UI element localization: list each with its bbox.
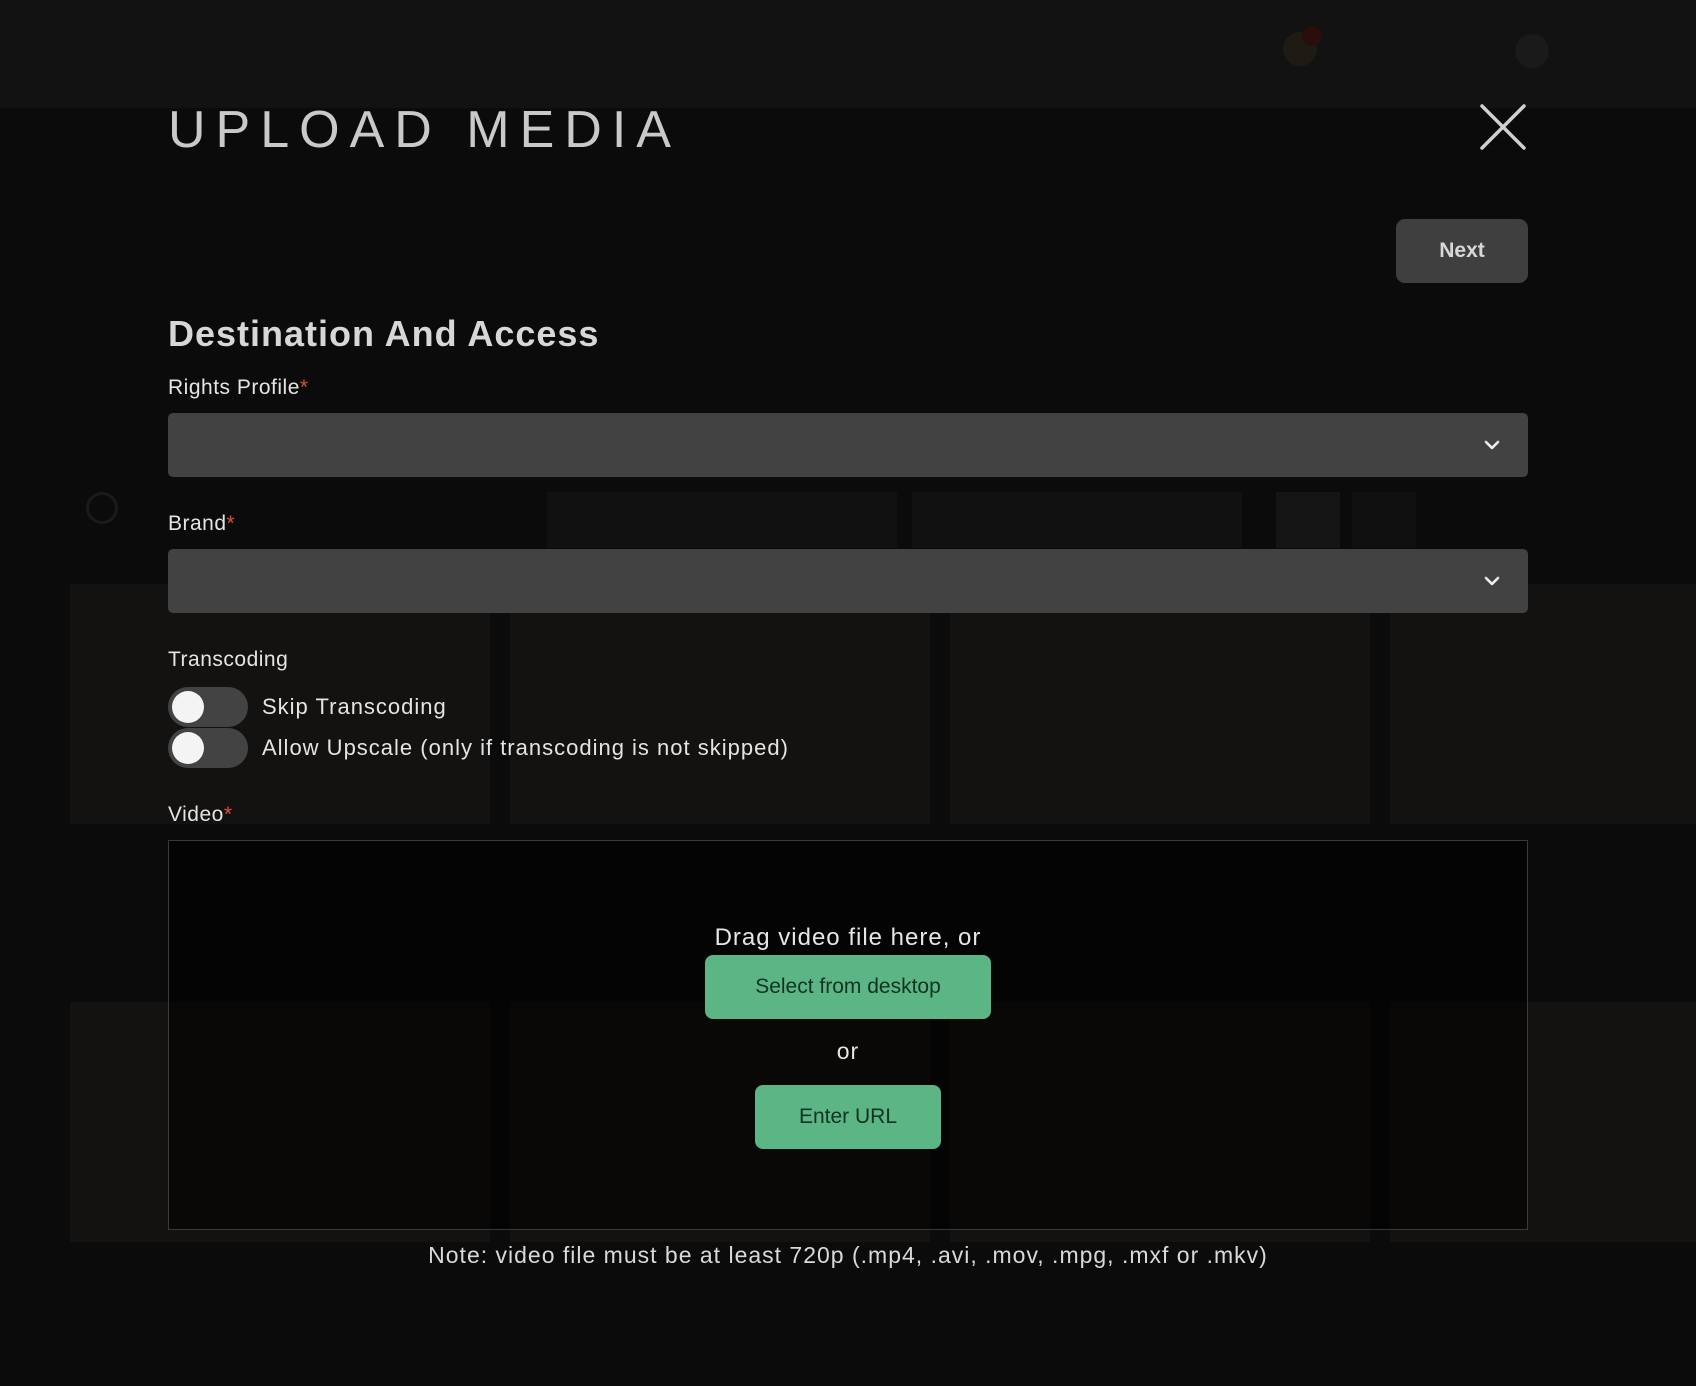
brand-select[interactable]	[168, 549, 1528, 613]
close-button[interactable]	[1476, 100, 1530, 154]
or-separator: or	[836, 1038, 860, 1064]
skip-transcoding-label: Skip Transcoding	[262, 694, 447, 719]
required-mark: *	[226, 512, 236, 535]
rights-profile-select[interactable]	[168, 413, 1528, 477]
rights-profile-label: Rights Profile*	[168, 374, 309, 402]
required-mark: *	[223, 803, 233, 826]
next-button[interactable]: Next	[1396, 219, 1528, 283]
video-dropzone[interactable]	[168, 840, 1528, 1230]
skip-transcoding-toggle[interactable]	[168, 687, 248, 727]
toggle-knob	[172, 691, 204, 723]
close-icon	[1480, 104, 1526, 150]
video-requirements-note: Note: video file must be at least 720p (…	[428, 1242, 1268, 1268]
video-label: Video*	[168, 801, 233, 829]
enter-url-button[interactable]: Enter URL	[755, 1085, 941, 1149]
brand-label-text: Brand	[168, 512, 227, 535]
video-label-text: Video	[168, 803, 224, 826]
rights-profile-label-text: Rights Profile	[168, 376, 300, 399]
section-title: Destination And Access	[168, 313, 600, 354]
modal-title: UPLOAD MEDIA	[168, 101, 681, 159]
brand-label: Brand*	[168, 510, 235, 538]
required-mark: *	[299, 376, 309, 399]
chevron-down-icon	[1484, 440, 1500, 450]
toggle-knob	[172, 732, 204, 764]
allow-upscale-toggle[interactable]	[168, 728, 248, 768]
allow-upscale-label: Allow Upscale (only if transcoding is no…	[262, 735, 789, 760]
drag-instructions: Drag video file here, or	[714, 924, 982, 951]
upload-media-modal: UPLOAD MEDIA Next Destination And Access…	[0, 0, 1696, 1386]
chevron-down-icon	[1484, 576, 1500, 586]
select-from-desktop-button[interactable]: Select from desktop	[705, 955, 991, 1019]
transcoding-label: Transcoding	[168, 648, 289, 671]
